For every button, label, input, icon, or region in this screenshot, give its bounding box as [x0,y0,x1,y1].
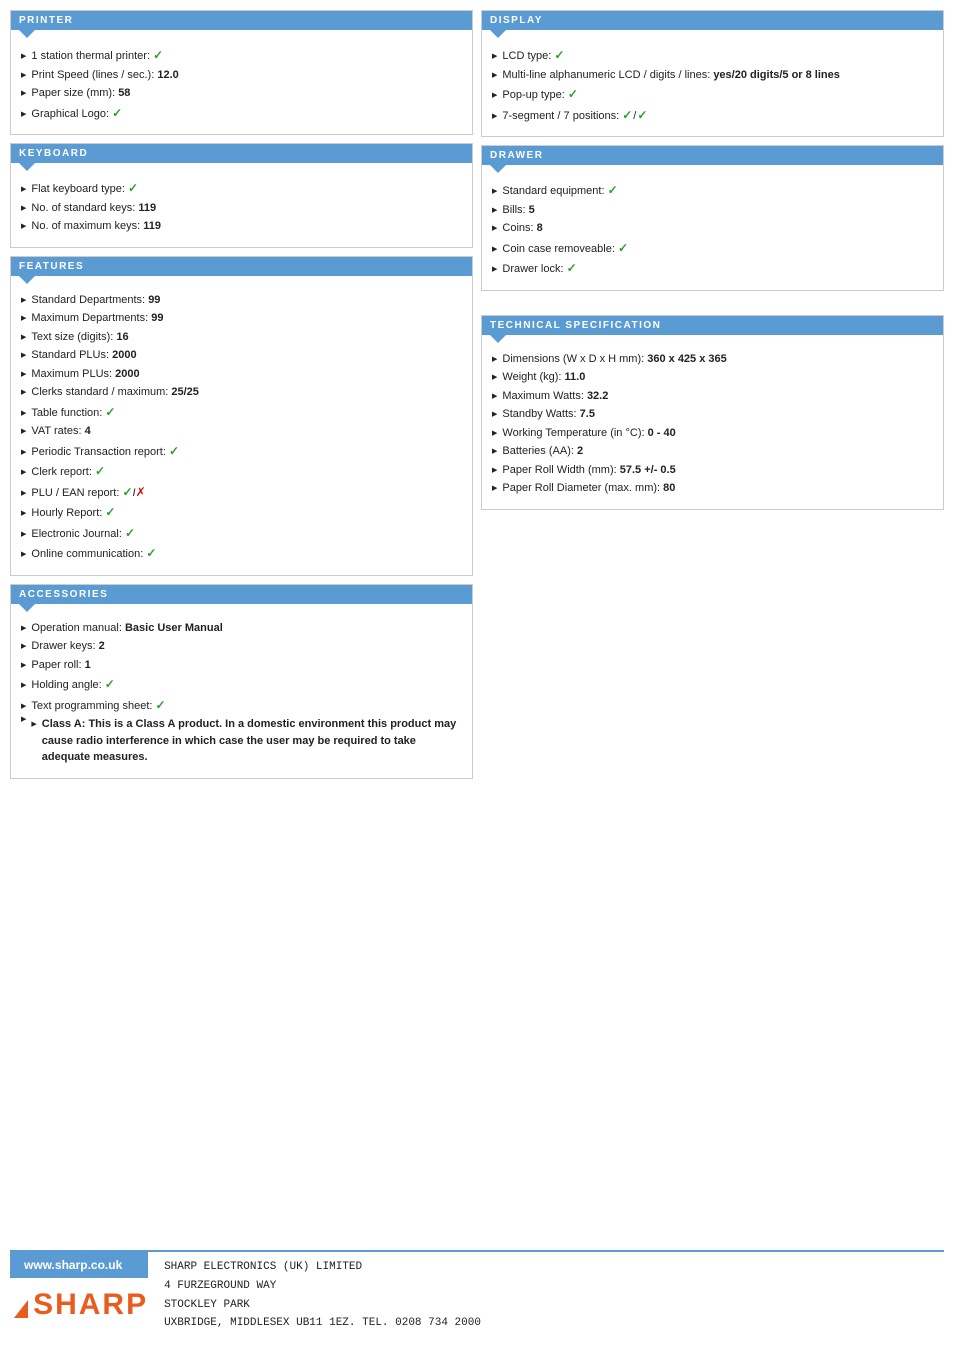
list-item: 7-segment / 7 positions: ✓ / ✓ [492,106,933,125]
drawer-section: DRAWER Standard equipment: ✓ Bills: 5 Co… [481,145,944,291]
display-body: LCD type: ✓ Multi-line alphanumeric LCD … [482,38,943,136]
features-body: Standard Departments: 99 Maximum Departm… [11,284,472,575]
list-item: Coins: 8 [492,220,933,237]
tech-spec-arrow [490,335,506,343]
address-line2: STOCKLEY PARK [164,1296,481,1315]
keyboard-arrow [19,163,35,171]
list-item: Standard equipment: ✓ [492,181,933,200]
footer: www.sharp.co.uk SHARP SHARP ELECTRONICS … [10,1250,944,1339]
list-item: Dimensions (W x D x H mm): 360 x 425 x 3… [492,351,933,368]
list-item: No. of standard keys: 119 [21,200,462,217]
tech-spec-header: TECHNICAL SPECIFICATION [482,316,943,335]
features-section: FEATURES Standard Departments: 99 Maximu… [10,256,473,576]
drawer-body: Standard equipment: ✓ Bills: 5 Coins: 8 … [482,173,943,290]
list-item: Graphical Logo: ✓ [21,104,462,123]
list-item: Multi-line alphanumeric LCD / digits / l… [492,67,933,84]
main-content: PRINTER 1 station thermal printer: ✓ Pri… [10,10,944,1220]
list-item: Table function: ✓ [21,403,462,422]
keyboard-section: KEYBOARD Flat keyboard type: ✓ No. of st… [10,143,473,248]
list-item: Pop-up type: ✓ [492,85,933,104]
features-arrow [19,276,35,284]
list-item: Bills: 5 [492,202,933,219]
list-item: Drawer lock: ✓ [492,259,933,278]
list-item: Working Temperature (in °C): 0 - 40 [492,425,933,442]
keyboard-header: KEYBOARD [11,144,472,163]
list-item: Paper Roll Width (mm): 57.5 +/- 0.5 [492,462,933,479]
address-line1: 4 FURZEGROUND WAY [164,1277,481,1296]
accessories-section: ACCESSORIES Operation manual: Basic User… [10,584,473,779]
list-item: Clerk report: ✓ [21,462,462,481]
list-item: 1 station thermal printer: ✓ [21,46,462,65]
list-item: Batteries (AA): 2 [492,443,933,460]
list-item: Paper roll: 1 [21,657,462,674]
sharp-logo-text: SHARP [33,1288,148,1321]
list-item: Drawer keys: 2 [21,638,462,655]
list-item: No. of maximum keys: 119 [21,218,462,235]
footer-website-box[interactable]: www.sharp.co.uk [10,1252,148,1278]
spacer [481,299,944,307]
features-header: FEATURES [11,257,472,276]
drawer-arrow [490,165,506,173]
list-item: Coin case removeable: ✓ [492,239,933,258]
display-arrow [490,30,506,38]
address-line3: UXBRIDGE, MIDDLESEX UB11 1EZ. TEL. 0208 … [164,1314,481,1333]
keyboard-body: Flat keyboard type: ✓ No. of standard ke… [11,171,472,247]
website-link[interactable]: www.sharp.co.uk [24,1258,122,1272]
list-item: Paper size (mm): 58 [21,85,462,102]
display-header: DISPLAY [482,11,943,30]
list-item: Maximum Watts: 32.2 [492,388,933,405]
drawer-header: DRAWER [482,146,943,165]
list-item: Maximum Departments: 99 [21,310,462,327]
list-item-class-a: ▶ Class A: This is a Class A product. In… [21,716,462,766]
display-section: DISPLAY LCD type: ✓ Multi-line alphanume… [481,10,944,137]
col-right: DISPLAY LCD type: ✓ Multi-line alphanume… [481,10,944,1220]
list-item: Standby Watts: 7.5 [492,406,933,423]
tech-spec-section: TECHNICAL SPECIFICATION Dimensions (W x … [481,315,944,510]
footer-address: SHARP ELECTRONICS (UK) LIMITED 4 FURZEGR… [148,1252,497,1339]
list-item: Text programming sheet: ✓ [21,696,462,715]
list-item: Clerks standard / maximum: 25/25 [21,384,462,401]
sharp-logo: SHARP [10,1284,148,1322]
list-item: Flat keyboard type: ✓ [21,179,462,198]
list-item: Standard Departments: 99 [21,292,462,309]
tech-spec-body: Dimensions (W x D x H mm): 360 x 425 x 3… [482,343,943,509]
list-item: PLU / EAN report: ✓ I ✗ [21,483,462,502]
list-item: LCD type: ✓ [492,46,933,65]
list-item: Electronic Journal: ✓ [21,524,462,543]
accessories-body: Operation manual: Basic User Manual Draw… [11,612,472,778]
list-item: Weight (kg): 11.0 [492,369,933,386]
list-item: Paper Roll Diameter (max. mm): 80 [492,480,933,497]
list-item: Periodic Transaction report: ✓ [21,442,462,461]
list-item-hourly: Hourly Report: ✓ [21,503,462,522]
list-item: Standard PLUs: 2000 [21,347,462,364]
list-item: Operation manual: Basic User Manual [21,620,462,637]
accessories-header: ACCESSORIES [11,585,472,604]
list-item: Online communication: ✓ [21,544,462,563]
list-item: Holding angle: ✓ [21,675,462,694]
company-name: SHARP ELECTRONICS (UK) LIMITED [164,1258,481,1277]
accessories-arrow [19,604,35,612]
list-item: VAT rates: 4 [21,423,462,440]
footer-left: www.sharp.co.uk SHARP [10,1252,148,1339]
col-left: PRINTER 1 station thermal printer: ✓ Pri… [10,10,473,1220]
printer-arrow [19,30,35,38]
sharp-triangle-icon [14,1300,28,1318]
printer-header: PRINTER [11,11,472,30]
list-item: Print Speed (lines / sec.): 12.0 [21,67,462,84]
list-item: Maximum PLUs: 2000 [21,366,462,383]
printer-body: 1 station thermal printer: ✓ Print Speed… [11,38,472,134]
page: PRINTER 1 station thermal printer: ✓ Pri… [0,0,954,1349]
printer-section: PRINTER 1 station thermal printer: ✓ Pri… [10,10,473,135]
list-item: Text size (digits): 16 [21,329,462,346]
